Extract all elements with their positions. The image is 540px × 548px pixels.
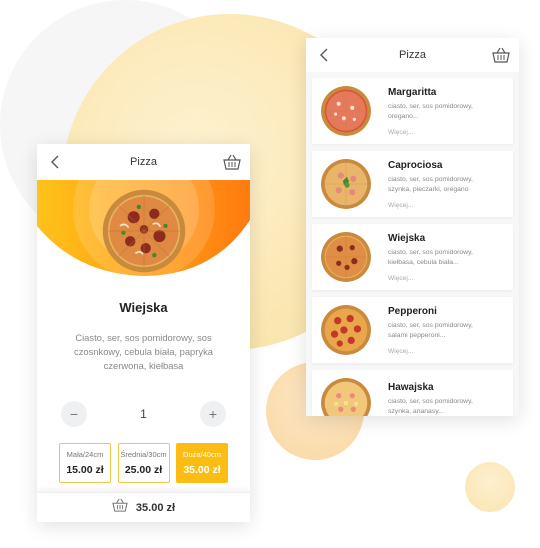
cart-footer[interactable]: 35.00 zł xyxy=(37,492,250,522)
increase-quantity-button[interactable]: + xyxy=(200,401,226,427)
size-price: 15.00 zł xyxy=(66,464,104,476)
pizza-description: ciasto, ser, sos pomidorowy, szynka, ana… xyxy=(388,398,473,415)
detail-header-title: Pizza xyxy=(130,156,157,168)
list-item-text: Margaritta ciasto, ser, sos pomidorowy, … xyxy=(388,87,488,136)
pizza-menu-screen: Pizza Margaritta ciasto, ser, sos pomido… xyxy=(306,38,519,416)
list-item-text: Hawajska ciasto, ser, sos pomidorowy, sz… xyxy=(388,382,488,416)
pizza-detail-screen: Pizza Wiejska Ciasto, ser, sos pomidorow… xyxy=(37,144,250,522)
size-options: Mała/24cm 15.00 zł Średnia/30cm 25.00 zł… xyxy=(37,443,250,483)
pizza-name: Wiejska xyxy=(388,232,426,244)
pizza-image xyxy=(321,305,371,355)
size-price: 35.00 zł xyxy=(183,464,221,476)
quantity-value: 1 xyxy=(140,407,147,421)
list-item[interactable]: Caprociosa ciasto, ser, sos pomidorowy, … xyxy=(312,151,513,217)
pizza-image xyxy=(102,189,186,273)
size-label: Duża/40cm xyxy=(183,450,221,459)
size-option-medium[interactable]: Średnia/30cm 25.00 zł xyxy=(117,443,170,483)
more-link[interactable]: Więcej... xyxy=(388,275,488,282)
quantity-stepper: − 1 + xyxy=(37,401,250,427)
basket-icon[interactable] xyxy=(222,152,242,172)
size-price: 25.00 zł xyxy=(124,464,163,476)
pizza-image xyxy=(321,378,371,416)
list-item[interactable]: Wiejska ciasto, ser, sos pomidorowy, kie… xyxy=(312,224,513,290)
background-circle-small xyxy=(465,462,515,512)
menu-header-title: Pizza xyxy=(399,49,426,61)
more-link[interactable]: Więcej... xyxy=(388,348,488,355)
list-item[interactable]: Margaritta ciasto, ser, sos pomidorowy, … xyxy=(312,78,513,144)
size-option-large[interactable]: Duża/40cm 35.00 zł xyxy=(176,443,228,483)
pizza-name: Pepperoni xyxy=(388,305,437,317)
list-item-text: Wiejska ciasto, ser, sos pomidorowy, kie… xyxy=(388,233,488,282)
pizza-list: Margaritta ciasto, ser, sos pomidorowy, … xyxy=(306,72,519,416)
pizza-description: ciasto, ser, sos pomidorowy, kiełbasa, c… xyxy=(388,248,473,266)
hero-banner xyxy=(37,180,250,278)
pizza-name: Caprociosa xyxy=(388,159,443,171)
pizza-name: Wiejska xyxy=(119,300,168,315)
basket-icon[interactable] xyxy=(491,45,511,65)
pizza-description: ciasto, ser, sos pomidorowy, salami pepp… xyxy=(388,321,473,339)
list-item-text: Pepperoni ciasto, ser, sos pomidorowy, s… xyxy=(388,306,488,355)
decrease-quantity-button[interactable]: − xyxy=(61,401,87,427)
pizza-name: Margaritta xyxy=(388,86,437,98)
more-link[interactable]: Więcej... xyxy=(388,129,488,136)
more-link[interactable]: Więcej... xyxy=(388,202,488,209)
pizza-description: ciasto, ser, sos pomidorowy, oregano... xyxy=(388,102,473,120)
back-arrow-icon[interactable] xyxy=(45,152,65,172)
pizza-description: Ciasto, ser, sos pomidorowy, sos czosnko… xyxy=(74,332,213,371)
pizza-name: Hawajska xyxy=(388,382,434,393)
basket-icon xyxy=(112,498,128,517)
pizza-image xyxy=(321,159,371,209)
size-label: Mała/24cm xyxy=(66,450,104,459)
pizza-image xyxy=(321,232,371,282)
cart-total: 35.00 zł xyxy=(135,501,176,514)
detail-header: Pizza xyxy=(37,144,250,180)
list-item-text: Caprociosa ciasto, ser, sos pomidorowy, … xyxy=(388,160,488,209)
size-label: Średnia/30cm xyxy=(120,450,167,459)
back-arrow-icon[interactable] xyxy=(314,45,334,65)
list-item[interactable]: Pepperoni ciasto, ser, sos pomidorowy, s… xyxy=(312,297,513,363)
pizza-description: ciasto, ser, sos pomidorowy, szynka, pie… xyxy=(388,175,473,193)
list-item[interactable]: Hawajska ciasto, ser, sos pomidorowy, sz… xyxy=(312,370,513,416)
pizza-image xyxy=(321,86,371,136)
menu-header: Pizza xyxy=(306,38,519,72)
size-option-small[interactable]: Mała/24cm 15.00 zł xyxy=(59,443,111,483)
